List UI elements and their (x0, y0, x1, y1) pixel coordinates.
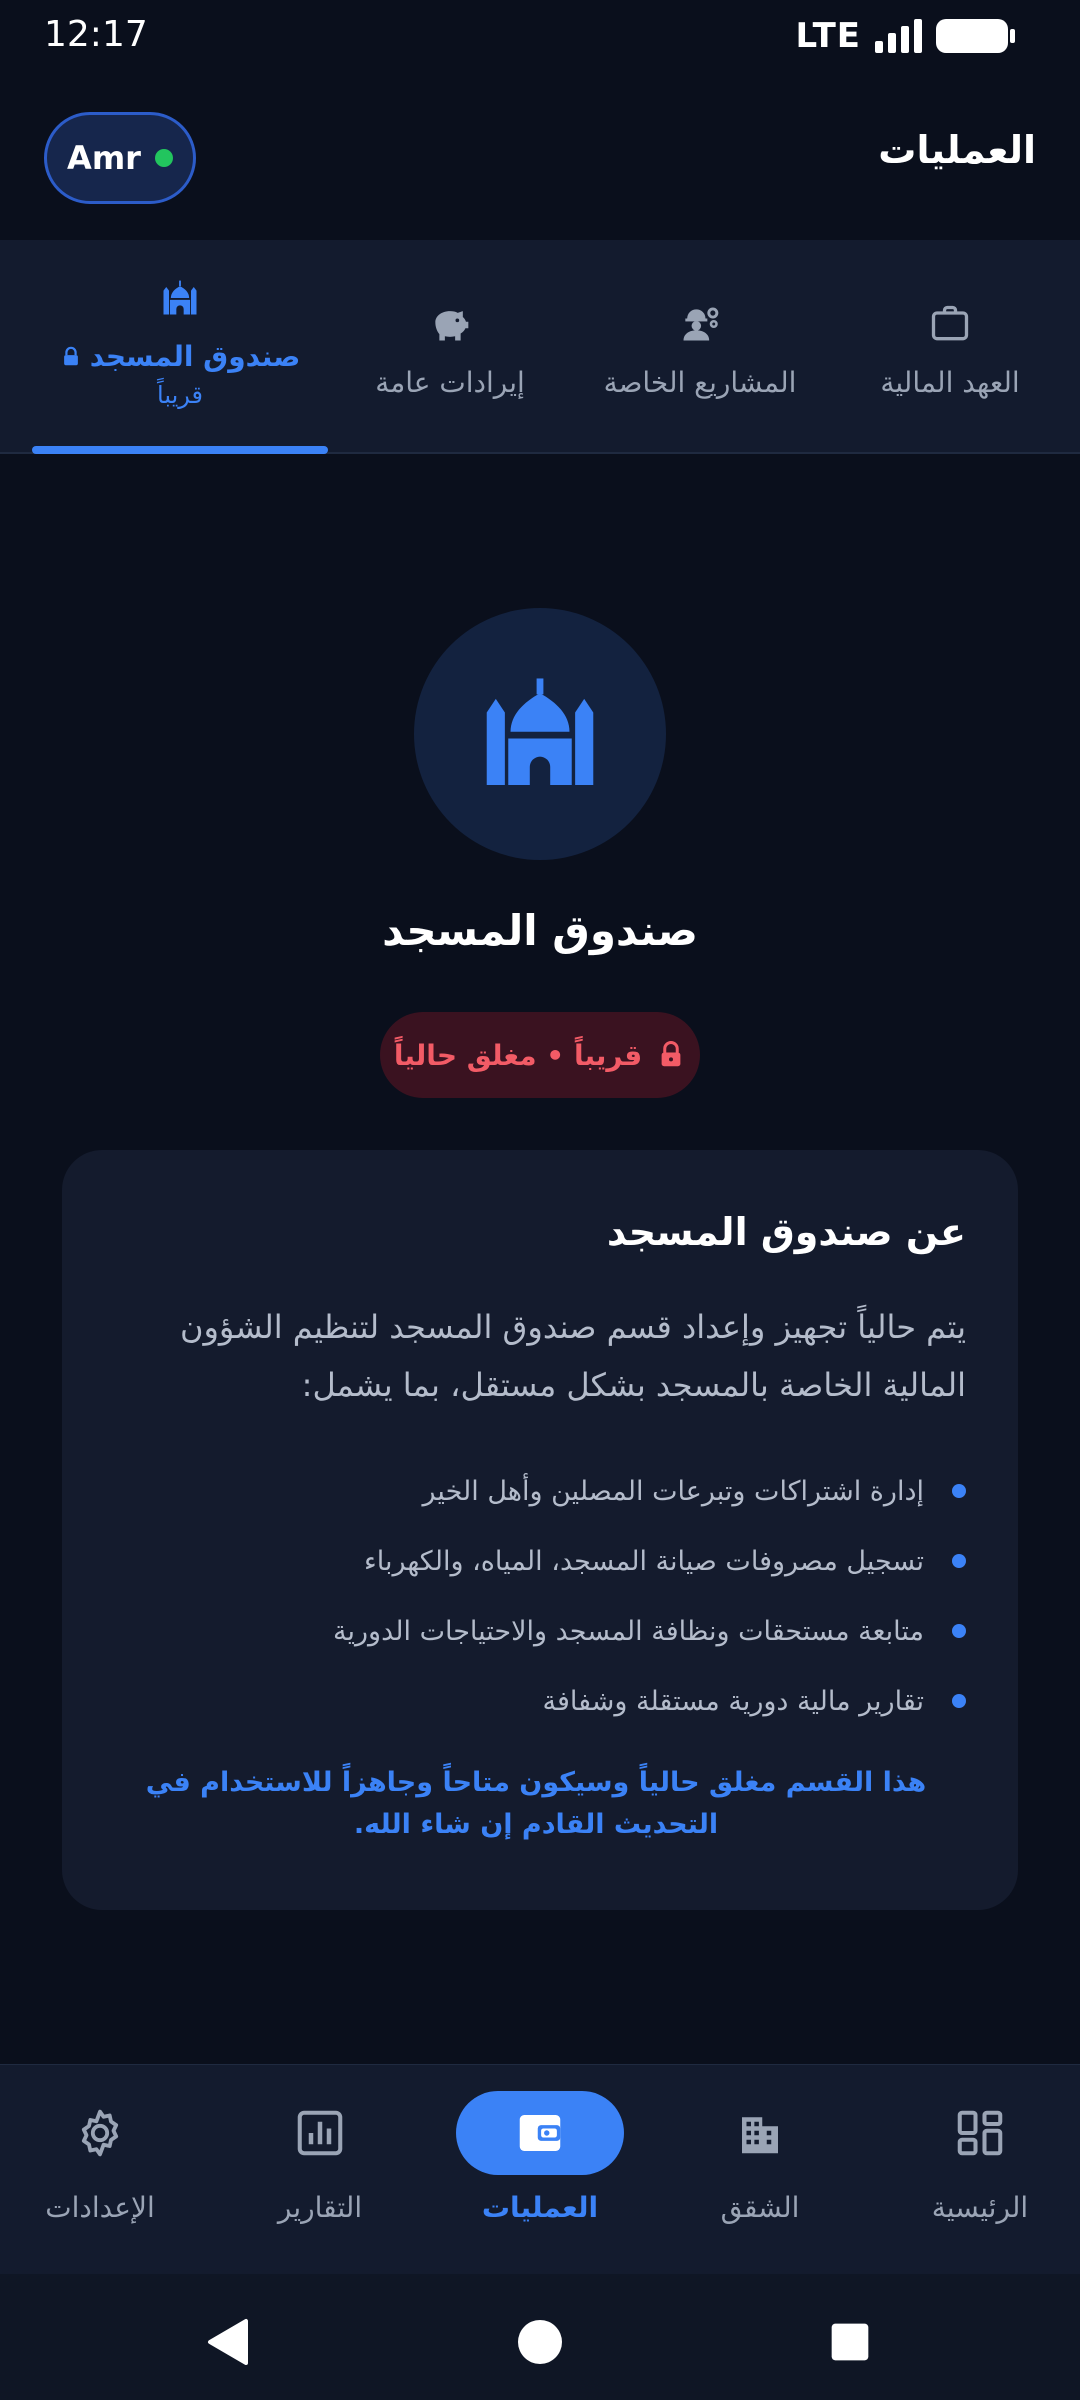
nav-icon-container (896, 2091, 1064, 2175)
nav-label: الرئيسية (931, 2191, 1029, 2224)
chart-icon (297, 2110, 343, 2156)
home-button[interactable] (510, 2312, 570, 2372)
tab-general-revenues[interactable]: إيرادات عامة (340, 240, 560, 454)
app-screen: 12:17 LTE Amr العمليات العهد المالية الم… (0, 0, 1080, 2400)
recents-button[interactable] (820, 2312, 880, 2372)
status-indicators: LTE (795, 16, 1015, 56)
signal-icon (875, 19, 922, 53)
tab-label-text: صندوق المسجد (89, 340, 301, 373)
bullet-icon (952, 1554, 966, 1568)
tab-private-projects[interactable]: المشاريع الخاصة (590, 240, 810, 454)
info-card: عن صندوق المسجد يتم حالياً تجهيز وإعداد … (62, 1150, 1018, 1910)
nav-icon-container (236, 2091, 404, 2175)
hero-title: صندوق المسجد (382, 906, 698, 955)
list-item-text: تقارير مالية دورية مستقلة وشفافة (542, 1685, 924, 1717)
page-title: العمليات (878, 128, 1036, 172)
operations-tabs: العهد المالية المشاريع الخاصة إيرادات عا… (0, 240, 1080, 454)
list-item: تقارير مالية دورية مستقلة وشفافة (106, 1666, 966, 1736)
system-navigation-bar (0, 2274, 1080, 2400)
active-tab-indicator (32, 446, 328, 454)
recents-square-icon (831, 2323, 869, 2361)
network-type: LTE (795, 16, 861, 56)
tab-sublabel: قريباً (157, 381, 203, 409)
app-header: Amr العمليات (0, 72, 1080, 240)
bottom-navigation: الرئيسية الشقق العمليات التقارير الإعداد… (0, 2064, 1080, 2274)
status-badge-text: قريباً • مغلق حالياً (393, 1038, 643, 1072)
back-triangle-icon (208, 2319, 248, 2365)
mosque-icon (486, 678, 594, 785)
list-item-text: متابعة مستحقات ونظافة المسجد والاحتياجات… (333, 1615, 924, 1647)
card-title: عن صندوق المسجد (606, 1210, 966, 1254)
list-item-text: تسجيل مصروفات صيانة المسجد، المياه، والك… (364, 1545, 924, 1577)
nav-item-apartments[interactable]: الشقق (652, 2065, 868, 2275)
list-item: إدارة اشتراكات وتبرعات المصلين وأهل الخي… (106, 1456, 966, 1526)
bullet-icon (952, 1624, 966, 1638)
tab-label: صندوق المسجد (60, 340, 301, 373)
status-bar: 12:17 LTE (0, 0, 1080, 72)
nav-label: الشقق (720, 2191, 800, 2224)
user-name: Amr (67, 139, 141, 177)
tab-financial-custody[interactable]: العهد المالية (840, 240, 1060, 454)
list-item-text: إدارة اشتراكات وتبرعات المصلين وأهل الخي… (422, 1475, 924, 1507)
user-profile-chip[interactable]: Amr (44, 112, 196, 204)
wallet-icon (519, 2115, 561, 2151)
bullet-icon (952, 1484, 966, 1498)
worker-gear-icon (683, 307, 719, 341)
tab-mosque-fund[interactable]: صندوق المسجد قريباً (32, 240, 328, 454)
building-icon (742, 2117, 778, 2154)
list-item: تسجيل مصروفات صيانة المسجد، المياه، والك… (106, 1526, 966, 1596)
nav-item-reports[interactable]: التقارير (212, 2065, 428, 2275)
nav-icon-container (456, 2091, 624, 2175)
lock-icon (63, 346, 78, 365)
nav-item-settings[interactable]: الإعدادات (0, 2065, 208, 2275)
bullet-icon (952, 1694, 966, 1708)
list-item: متابعة مستحقات ونظافة المسجد والاحتياجات… (106, 1596, 966, 1666)
nav-label: العمليات (481, 2191, 599, 2224)
battery-icon (936, 19, 1015, 53)
nav-icon-container (676, 2091, 844, 2175)
nav-label: التقارير (277, 2191, 363, 2224)
home-circle-icon (518, 2320, 562, 2364)
tab-label: إيرادات عامة (375, 366, 525, 399)
settings-gear-icon (81, 2109, 119, 2157)
back-button[interactable] (198, 2312, 258, 2372)
piggy-bank-icon (435, 311, 469, 341)
online-status-icon (154, 149, 173, 167)
status-badge: قريباً • مغلق حالياً (380, 1012, 700, 1098)
briefcase-icon (931, 305, 969, 341)
nav-item-home[interactable]: الرئيسية (872, 2065, 1080, 2275)
tab-label: العهد المالية (880, 366, 1020, 399)
hero-icon-circle (414, 608, 666, 860)
status-time: 12:17 (44, 14, 148, 55)
tab-label: المشاريع الخاصة (603, 366, 797, 399)
card-description: يتم حالياً تجهيز وإعداد قسم صندوق المسجد… (179, 1308, 966, 1404)
card-note: هذا القسم مغلق حالياً وسيكون متاحاً وجاه… (145, 1767, 927, 1840)
lock-icon (661, 1041, 681, 1067)
feature-list: إدارة اشتراكات وتبرعات المصلين وأهل الخي… (106, 1456, 966, 1736)
nav-item-operations[interactable]: العمليات (432, 2065, 648, 2275)
dashboard-icon (957, 2110, 1003, 2156)
nav-icon-container (16, 2091, 184, 2175)
nav-label: الإعدادات (45, 2191, 155, 2224)
mosque-icon (163, 280, 197, 315)
